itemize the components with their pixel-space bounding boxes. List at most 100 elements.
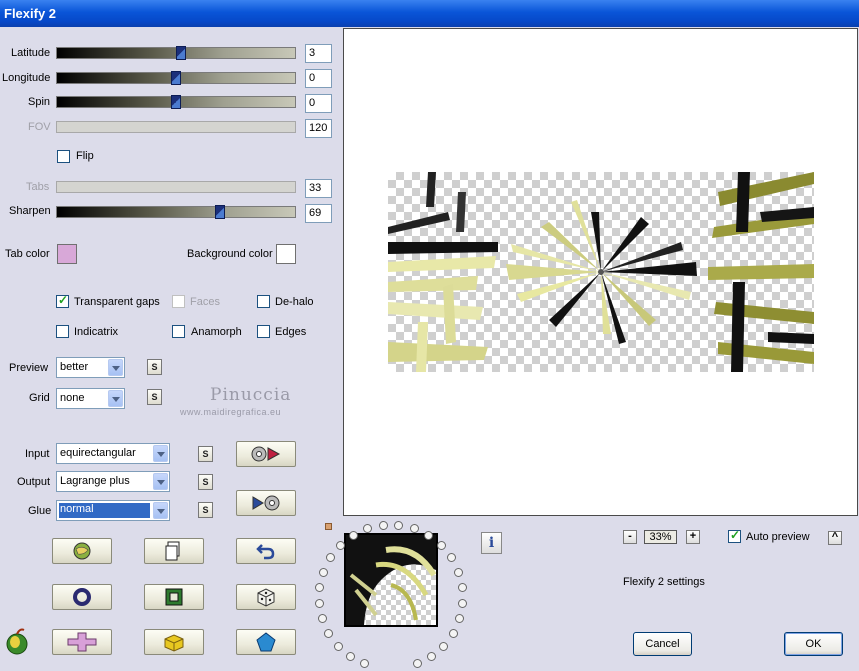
cube-button[interactable] — [144, 629, 204, 655]
zoom-dial-dot[interactable] — [436, 541, 446, 551]
globe-icon — [73, 542, 91, 560]
zoom-dial-dot[interactable] — [345, 651, 355, 661]
spin-slider[interactable] — [56, 95, 296, 109]
zoom-dial-dot[interactable] — [348, 531, 358, 541]
preview-quality-label: Preview — [9, 362, 49, 374]
chevron-down-icon[interactable] — [108, 359, 123, 376]
longitude-label: Longitude — [2, 72, 51, 84]
longitude-slider[interactable] — [56, 71, 296, 85]
flip-checkbox[interactable] — [57, 150, 70, 163]
sharpen-input[interactable]: 69 — [305, 204, 332, 223]
zoom-dial-dot[interactable] — [454, 567, 464, 577]
chevron-down-icon[interactable] — [153, 445, 168, 462]
tab-color-swatch[interactable] — [57, 244, 77, 264]
play-output-button[interactable] — [236, 490, 296, 516]
output-label: Output — [17, 476, 51, 488]
window-title: Flexify 2 — [4, 6, 57, 21]
latitude-slider[interactable] — [56, 46, 296, 60]
zoom-dial-dot[interactable] — [448, 628, 458, 638]
edges-label: Edges — [275, 326, 307, 338]
info-button[interactable]: i — [481, 532, 502, 554]
zoom-dial-dot[interactable] — [378, 520, 388, 530]
watermark: Pinuccia — [210, 385, 291, 405]
longitude-input[interactable]: 0 — [305, 69, 332, 88]
nav-handle[interactable] — [325, 523, 332, 530]
zoom-dial-dot[interactable] — [439, 641, 449, 651]
watermark-url-wrap: www.maidiregrafica.eu — [180, 407, 281, 417]
sharpen-slider[interactable] — [56, 205, 296, 219]
grid-select[interactable]: none — [56, 388, 125, 409]
latitude-thumb[interactable] — [176, 46, 186, 60]
background-color-swatch[interactable] — [276, 244, 296, 264]
undo-icon — [256, 544, 275, 560]
zoom-dial-dot[interactable] — [458, 598, 468, 608]
anamorph-checkbox[interactable] — [172, 325, 185, 338]
watermark-name: Pinuccia — [210, 385, 292, 405]
auto-preview-checkbox[interactable]: ✓ — [728, 528, 741, 543]
cube-icon — [164, 634, 184, 652]
output-s-button[interactable]: S — [198, 474, 213, 490]
output-projection-value: Lagrange plus — [60, 475, 130, 487]
randomize-globe-button[interactable] — [52, 538, 112, 564]
zoom-in-button[interactable]: + — [686, 530, 700, 544]
play-disc-icon — [252, 495, 280, 511]
fov-slider — [56, 121, 296, 133]
ring-icon — [73, 588, 91, 606]
latitude-input[interactable]: 3 — [305, 44, 332, 63]
indicatrix-checkbox[interactable] — [56, 325, 69, 338]
grid-s-button[interactable]: S — [147, 389, 162, 405]
zoom-dial-dot[interactable] — [333, 641, 343, 651]
spin-input[interactable]: 0 — [305, 94, 332, 113]
de-halo-checkbox[interactable] — [257, 295, 270, 308]
transparent-gaps-checkbox[interactable]: ✓ — [56, 293, 69, 308]
flaming-pear-logo-icon — [6, 628, 28, 655]
input-label: Input — [25, 448, 50, 460]
output-projection-select[interactable]: Lagrange plus — [56, 471, 170, 492]
glue-label: Glue — [28, 505, 52, 517]
zoom-dial-dot[interactable] — [314, 598, 324, 608]
cross-button[interactable] — [52, 629, 112, 655]
zoom-out-button[interactable]: - — [623, 530, 637, 544]
fov-input: 120 — [305, 119, 332, 138]
grid-label: Grid — [29, 392, 50, 404]
collapse-button[interactable]: ^ — [828, 531, 842, 545]
edges-checkbox[interactable] — [257, 325, 270, 338]
glue-value: normal — [59, 503, 150, 518]
spin-thumb[interactable] — [171, 95, 181, 109]
play-input-button[interactable] — [236, 441, 296, 467]
chevron-down-icon[interactable] — [153, 473, 168, 490]
auto-preview-label: Auto preview — [746, 531, 810, 543]
glue-select[interactable]: normal — [56, 500, 170, 521]
tabs-label: Tabs — [26, 181, 50, 193]
chevron-down-icon[interactable] — [108, 390, 123, 407]
window-titlebar: Flexify 2 — [0, 0, 859, 27]
chevron-down-icon[interactable] — [153, 502, 168, 519]
pentagon-button[interactable] — [236, 629, 296, 655]
input-projection-select[interactable]: equirectangular — [56, 443, 170, 464]
zoom-dial-dot[interactable] — [318, 567, 328, 577]
faces-checkbox — [172, 295, 185, 308]
zoom-dial-dot[interactable] — [315, 582, 325, 592]
square-button[interactable] — [144, 584, 204, 610]
latitude-label: Latitude — [11, 47, 51, 59]
circle-button[interactable] — [52, 584, 112, 610]
longitude-thumb[interactable] — [171, 71, 181, 85]
sharpen-label: Sharpen — [9, 205, 51, 217]
copy-button[interactable] — [144, 538, 204, 564]
zoom-dial-dot[interactable] — [427, 651, 437, 661]
undo-button[interactable] — [236, 538, 296, 564]
navigation-thumbnail[interactable] — [344, 533, 438, 627]
ok-button[interactable]: OK — [784, 632, 843, 656]
glue-s-button[interactable]: S — [198, 502, 213, 518]
cancel-button[interactable]: Cancel — [633, 632, 692, 656]
tab-color-label: Tab color — [5, 248, 50, 260]
input-projection-value: equirectangular — [60, 447, 136, 459]
copy-icon — [165, 541, 180, 561]
dice-button[interactable] — [236, 584, 296, 610]
spin-label: Spin — [28, 96, 51, 108]
input-s-button[interactable]: S — [198, 446, 213, 462]
sharpen-thumb[interactable] — [215, 205, 225, 219]
zoom-dial-dot[interactable] — [457, 582, 467, 592]
preview-s-button[interactable]: S — [147, 359, 162, 375]
preview-quality-select[interactable]: better — [56, 357, 125, 378]
